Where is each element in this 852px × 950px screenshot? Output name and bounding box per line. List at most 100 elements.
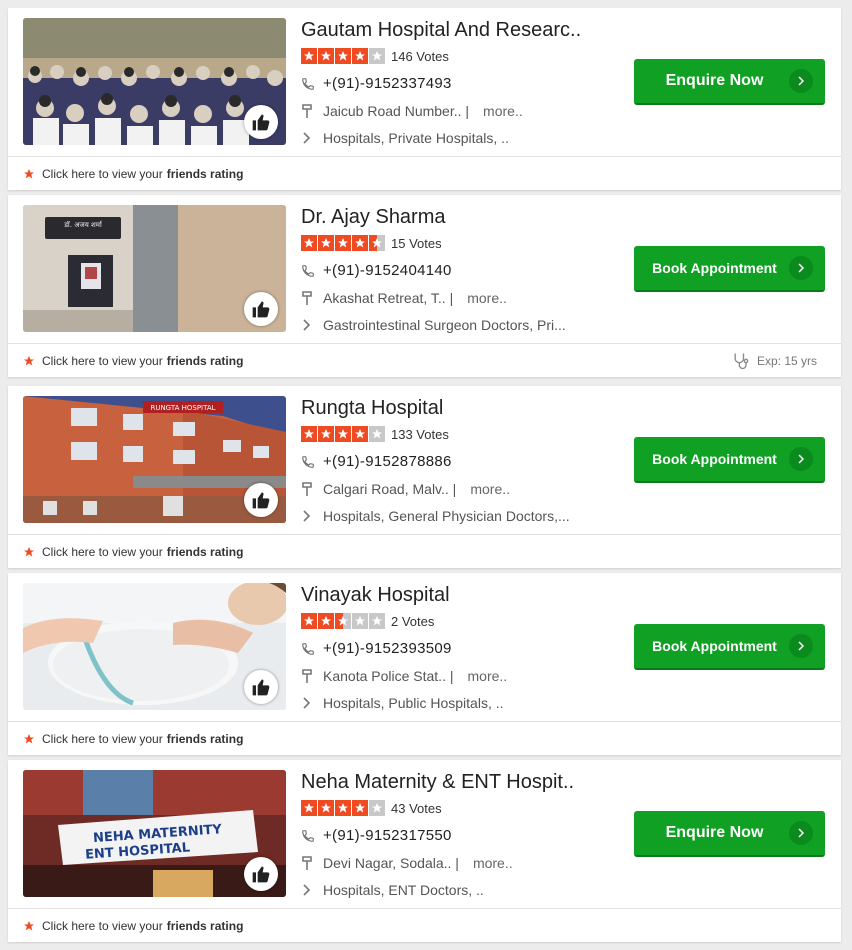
phone-number[interactable]: +(91)-9152878886 bbox=[323, 453, 452, 470]
listing-title[interactable]: Rungta Hospital bbox=[301, 396, 621, 420]
more-link[interactable]: more.. bbox=[483, 103, 523, 119]
phone-icon bbox=[301, 829, 323, 843]
phone-number[interactable]: +(91)-9152317550 bbox=[323, 827, 452, 844]
chevron-right-icon bbox=[789, 69, 813, 93]
categories[interactable]: Hospitals, General Physician Doctors,... bbox=[323, 508, 570, 524]
star-icon bbox=[301, 235, 317, 251]
star-icon bbox=[301, 613, 317, 629]
votes-count: 146 Votes bbox=[391, 48, 449, 64]
cta-label: Enquire Now bbox=[665, 824, 764, 841]
categories[interactable]: Hospitals, Public Hospitals, .. bbox=[323, 695, 504, 711]
listing-title[interactable]: Neha Maternity & ENT Hospit.. bbox=[301, 770, 621, 794]
listing-photo[interactable] bbox=[23, 18, 286, 145]
star-icon bbox=[335, 235, 351, 251]
categories[interactable]: Hospitals, Private Hospitals, .. bbox=[323, 130, 509, 146]
book-appointment-button[interactable]: Book Appointment bbox=[634, 624, 825, 670]
listing-title[interactable]: Gautam Hospital And Researc.. bbox=[301, 18, 621, 42]
friends-rating-bold: friends rating bbox=[166, 354, 244, 368]
sign-text: RUNGTA HOSPITAL bbox=[150, 404, 215, 412]
like-button[interactable] bbox=[244, 292, 278, 326]
cta-label: Book Appointment bbox=[652, 451, 777, 467]
star-icon bbox=[301, 800, 317, 816]
star-icon bbox=[369, 235, 385, 251]
listing-photo[interactable]: डॉ. अजय शर्मा bbox=[23, 205, 286, 332]
map-pin-icon bbox=[301, 103, 323, 118]
star-icon bbox=[335, 426, 351, 442]
star-rating bbox=[301, 426, 385, 442]
star-icon bbox=[335, 48, 351, 64]
cta-label: Enquire Now bbox=[665, 72, 764, 89]
rating: 146 Votes bbox=[301, 48, 621, 64]
star-icon bbox=[335, 613, 351, 629]
listing-photo[interactable]: RUNGTA HOSPITAL bbox=[23, 396, 286, 523]
star-icon bbox=[352, 426, 368, 442]
star-icon bbox=[369, 426, 385, 442]
enquire-now-button[interactable]: Enquire Now bbox=[634, 811, 825, 857]
address: Jaicub Road Number.. | bbox=[323, 102, 470, 119]
friends-rating-text: Click here to view your bbox=[42, 545, 163, 559]
star-icon bbox=[318, 426, 334, 442]
like-button[interactable] bbox=[244, 105, 278, 139]
chevron-right-icon bbox=[789, 447, 813, 471]
star-icon bbox=[352, 235, 368, 251]
phone-number[interactable]: +(91)-9152404140 bbox=[323, 262, 452, 279]
thumbs-up-icon bbox=[252, 114, 270, 131]
more-link[interactable]: more.. bbox=[473, 855, 513, 871]
more-link[interactable]: more.. bbox=[470, 481, 510, 497]
cta-label: Book Appointment bbox=[652, 638, 777, 654]
votes-count: 43 Votes bbox=[391, 800, 442, 816]
friends-rating-link[interactable]: Click here to view your friends rating bbox=[8, 156, 841, 191]
address: Calgari Road, Malv.. | bbox=[323, 480, 457, 497]
votes-count: 15 Votes bbox=[391, 235, 442, 251]
star-icon bbox=[318, 800, 334, 816]
more-link[interactable]: more.. bbox=[468, 668, 508, 684]
friends-rating-bold: friends rating bbox=[166, 732, 244, 746]
stethoscope-icon bbox=[734, 353, 749, 370]
listing-title[interactable]: Dr. Ajay Sharma bbox=[301, 205, 621, 229]
friends-rating-bold: friends rating bbox=[166, 919, 244, 933]
star-icon bbox=[369, 613, 385, 629]
star-icon bbox=[23, 546, 35, 558]
phone-number[interactable]: +(91)-9152337493 bbox=[323, 75, 452, 92]
star-icon bbox=[23, 733, 35, 745]
star-icon bbox=[301, 48, 317, 64]
friends-rating-link[interactable]: Click here to view your friends rating bbox=[8, 534, 841, 569]
enquire-now-button[interactable]: Enquire Now bbox=[634, 59, 825, 105]
experience: Exp: 15 yrs bbox=[731, 344, 817, 378]
votes-count: 133 Votes bbox=[391, 426, 449, 442]
like-button[interactable] bbox=[244, 670, 278, 704]
listing-title[interactable]: Vinayak Hospital bbox=[301, 583, 621, 607]
friends-rating-link[interactable]: Click here to view your friends rating bbox=[8, 721, 841, 756]
book-appointment-button[interactable]: Book Appointment bbox=[634, 437, 825, 483]
listing-card: RUNGTA HOSPITAL Rungta Hospital 133 Vote… bbox=[8, 386, 841, 568]
friends-rating-link[interactable]: Click here to view your friends rating bbox=[8, 908, 841, 943]
chevron-right-icon bbox=[789, 821, 813, 845]
phone-number[interactable]: +(91)-9152393509 bbox=[323, 640, 452, 657]
experience-text: Exp: 15 yrs bbox=[756, 354, 817, 368]
star-icon bbox=[369, 48, 385, 64]
listing-card: Vinayak Hospital 2 Votes +(91)-915239350… bbox=[8, 573, 841, 755]
friends-rating-link[interactable]: Click here to view your friends rating E… bbox=[8, 343, 841, 378]
star-icon bbox=[369, 800, 385, 816]
star-icon bbox=[318, 613, 334, 629]
star-icon bbox=[301, 426, 317, 442]
like-button[interactable] bbox=[244, 483, 278, 517]
categories[interactable]: Gastrointestinal Surgeon Doctors, Pri... bbox=[323, 317, 566, 333]
votes-count: 2 Votes bbox=[391, 613, 435, 629]
more-link[interactable]: more.. bbox=[467, 290, 507, 306]
like-button[interactable] bbox=[244, 857, 278, 891]
sign-text: डॉ. अजय शर्मा bbox=[63, 220, 103, 229]
listing-photo[interactable]: NEHA MATERNITY ENT HOSPITAL bbox=[23, 770, 286, 897]
chevron-right-icon bbox=[301, 696, 323, 709]
categories[interactable]: Hospitals, ENT Doctors, .. bbox=[323, 882, 484, 898]
chevron-right-icon bbox=[301, 318, 323, 331]
thumbs-up-icon bbox=[252, 679, 270, 696]
listing-photo[interactable] bbox=[23, 583, 286, 710]
star-icon bbox=[318, 48, 334, 64]
phone-icon bbox=[301, 455, 323, 469]
listing-card: डॉ. अजय शर्मा Dr. Ajay Sharma 15 Votes +… bbox=[8, 195, 841, 377]
chevron-right-icon bbox=[301, 509, 323, 522]
book-appointment-button[interactable]: Book Appointment bbox=[634, 246, 825, 292]
friends-rating-text: Click here to view your bbox=[42, 167, 163, 181]
rating: 43 Votes bbox=[301, 800, 621, 816]
